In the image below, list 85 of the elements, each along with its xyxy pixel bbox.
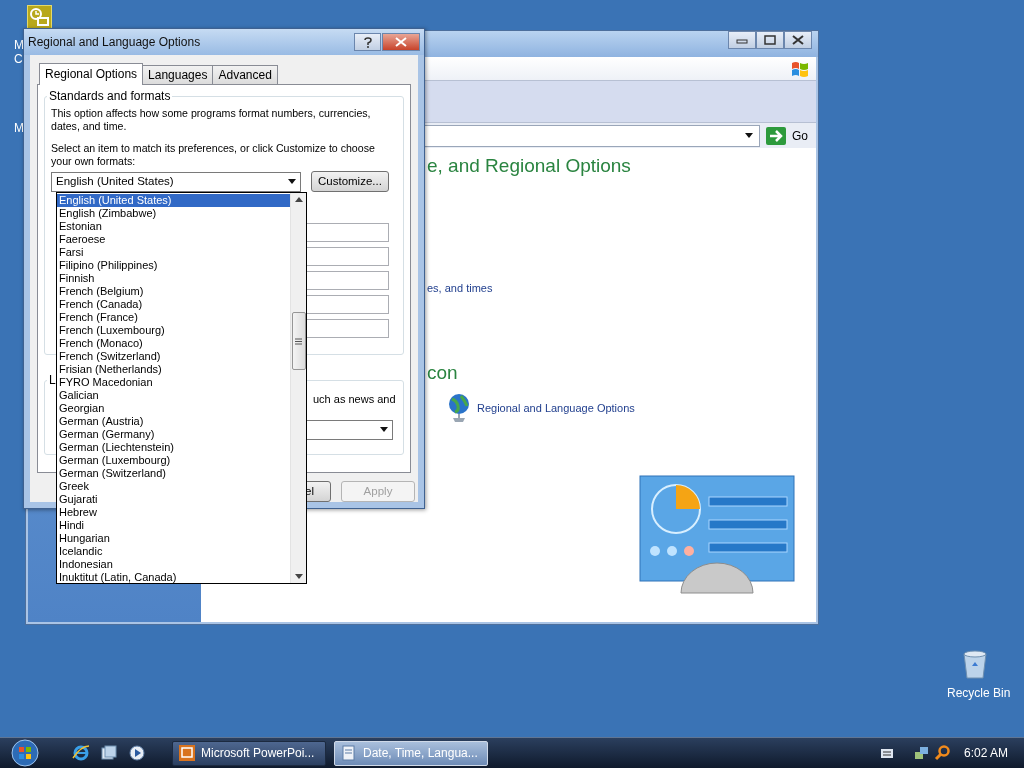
scrollbar[interactable]: [290, 193, 306, 583]
globe-icon[interactable]: [447, 393, 471, 423]
list-item[interactable]: French (Switzerland): [57, 350, 290, 363]
icon-label: Recycle Bin: [947, 686, 1011, 700]
list-item[interactable]: Filipino (Philippines): [57, 259, 290, 272]
instruction-text: Select an item to match its preferences, or click Customize to choose your own formats:: [51, 142, 376, 168]
minimize-icon: [736, 36, 748, 44]
list-item[interactable]: Estonian: [57, 220, 290, 233]
task-link[interactable]: es, and times: [427, 280, 493, 297]
flag-icon: [790, 59, 810, 78]
section-heading: con: [427, 361, 459, 385]
list-item[interactable]: German (Liechtenstein): [57, 441, 290, 454]
group-title: L: [48, 373, 57, 387]
go-button[interactable]: Go: [766, 126, 808, 145]
keyboard-icon[interactable]: [879, 747, 894, 759]
list-item[interactable]: Georgian: [57, 402, 290, 415]
format-select[interactable]: English (United States): [51, 171, 301, 192]
arrow-icon: [766, 126, 786, 145]
help-icon: [363, 36, 372, 48]
list-item[interactable]: Indonesian: [57, 558, 290, 571]
list-item[interactable]: English (United States): [57, 194, 290, 207]
tab[interactable]: Languages: [142, 65, 214, 84]
browser-icon[interactable]: [72, 744, 90, 762]
list-item[interactable]: French (Canada): [57, 298, 290, 311]
list-item[interactable]: German (Luxembourg): [57, 454, 290, 467]
list-item[interactable]: German (Germany): [57, 428, 290, 441]
icon-label: M: [14, 121, 24, 135]
help-button[interactable]: [354, 33, 381, 51]
caret-icon: [288, 179, 296, 184]
list-item[interactable]: German (Switzerland): [57, 467, 290, 480]
list-item[interactable]: English (Zimbabwe): [57, 207, 290, 220]
list-item[interactable]: Hungarian: [57, 532, 290, 545]
close-icon: [395, 37, 407, 47]
task-link[interactable]: Regional and Language Options: [477, 399, 635, 417]
list-item[interactable]: French (France): [57, 311, 290, 324]
icon-label: M: [14, 38, 24, 52]
start-button[interactable]: [10, 738, 40, 768]
list-item[interactable]: Farsi: [57, 246, 290, 259]
list-item[interactable]: Inuktitut (Latin, Canada): [57, 571, 290, 584]
icon-label: C: [14, 52, 23, 66]
list-item[interactable]: Frisian (Netherlands): [57, 363, 290, 376]
clock-text: 6:02 AM: [963, 745, 1008, 762]
list-item[interactable]: French (Luxembourg): [57, 324, 290, 337]
grip-icon: [295, 337, 302, 345]
trash-icon[interactable]: [962, 650, 988, 680]
scroll-up-icon[interactable]: [294, 197, 303, 202]
group-title: Standards and formats: [48, 89, 172, 103]
page-heading: e, and Regional Options: [427, 154, 632, 178]
close-button[interactable]: [382, 33, 420, 51]
caret-icon: [380, 427, 388, 432]
window-title: Regional and Language Options: [28, 34, 202, 51]
tab[interactable]: Regional Options: [39, 63, 144, 85]
location-text: uch as news and: [313, 392, 397, 407]
tab[interactable]: Advanced: [212, 65, 278, 84]
search-icon[interactable]: [933, 745, 950, 761]
list-item[interactable]: French (Belgium): [57, 285, 290, 298]
maximize-icon: [764, 35, 776, 45]
maximize-button[interactable]: [756, 31, 784, 49]
caret-icon: [745, 133, 753, 138]
presentation-icon: [179, 745, 195, 761]
network-icon[interactable]: [913, 745, 930, 761]
list-item[interactable]: Gujarati: [57, 493, 290, 506]
close-button[interactable]: [784, 31, 812, 49]
list-item[interactable]: Faeroese: [57, 233, 290, 246]
play-icon[interactable]: [128, 744, 146, 762]
scroll-thumb[interactable]: [291, 312, 306, 370]
list-item[interactable]: Icelandic: [57, 545, 290, 558]
scroll-down-icon[interactable]: [294, 574, 303, 579]
description-text: This option affects how some programs format numbers, currencies, dates, and time.: [51, 107, 372, 133]
customize-button[interactable]: Customize...: [311, 171, 389, 192]
list-item[interactable]: Hebrew: [57, 506, 290, 519]
minimize-button[interactable]: [728, 31, 756, 49]
switch-windows-icon[interactable]: [100, 744, 118, 762]
clock-icon[interactable]: [27, 5, 52, 29]
taskbar-button[interactable]: Microsoft PowerPoi...: [172, 740, 326, 766]
list-item[interactable]: German (Austria): [57, 415, 290, 428]
close-icon: [792, 35, 804, 45]
document-icon: [341, 745, 357, 761]
list-item[interactable]: Hindi: [57, 519, 290, 532]
list-item[interactable]: French (Monaco): [57, 337, 290, 350]
list-item[interactable]: FYRO Macedonian: [57, 376, 290, 389]
list-item[interactable]: Galician: [57, 389, 290, 402]
select-value: English (United States): [56, 173, 174, 189]
list-item[interactable]: Finnish: [57, 272, 290, 285]
list-item[interactable]: Greek: [57, 480, 290, 493]
